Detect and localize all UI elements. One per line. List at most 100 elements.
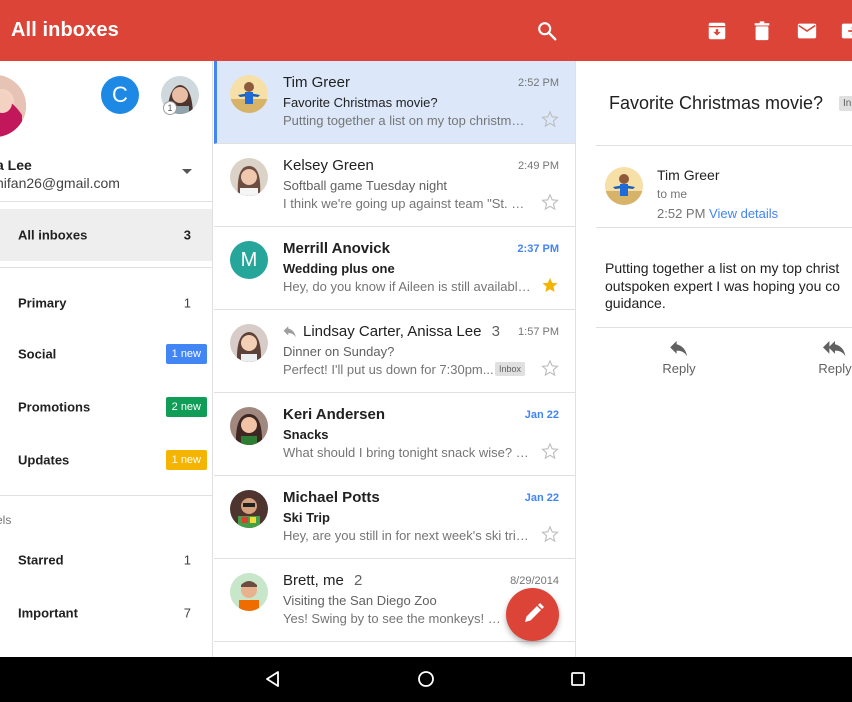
- message-time: 8/29/2014: [510, 575, 559, 587]
- message-time: Jan 22: [524, 492, 559, 504]
- message-subject: Softball game Tuesday night: [283, 178, 448, 193]
- list-item[interactable]: M Merrill Anovick 2:37 PM Wedding plus o…: [214, 227, 575, 310]
- account-notification-badge: 1: [163, 101, 177, 115]
- home-icon[interactable]: [416, 669, 436, 689]
- new-count-badge: 2 new: [165, 397, 207, 417]
- message-subject: Visiting the San Diego Zoo: [283, 593, 437, 608]
- app-title: All inboxes: [11, 19, 119, 41]
- drawer-item-label: Social: [18, 346, 57, 362]
- sender-name: Merrill Anovick: [283, 240, 390, 257]
- compose-button[interactable]: [506, 588, 559, 641]
- drawer-item-label: Important: [18, 605, 78, 621]
- drawer-item-starred[interactable]: Starred 1: [0, 534, 212, 586]
- reply-all-icon: [823, 341, 846, 357]
- drawer-item-count: 7: [183, 605, 191, 621]
- divider: [596, 227, 852, 228]
- message-body: Putting together a list on my top christ…: [605, 260, 852, 313]
- account-email: nifan26@gmail.com: [0, 175, 120, 191]
- message-snippet: Hey, are you still in for next week's sk…: [283, 528, 531, 543]
- sender-name: Tim Greer: [657, 167, 720, 183]
- list-item[interactable]: Michael Potts Jan 22 Ski Trip Hey, are y…: [214, 476, 575, 559]
- drawer-item-count: 1: [183, 552, 191, 568]
- drawer-item-social[interactable]: Social 1 new: [0, 328, 212, 380]
- reply-button[interactable]: Reply: [649, 341, 709, 376]
- message-subject: Dinner on Sunday?: [283, 344, 395, 359]
- message-snippet: Putting together a list on my top christ…: [283, 113, 531, 128]
- list-item[interactable]: Tim Greer 2:52 PM Favorite Christmas mov…: [214, 61, 575, 144]
- message-subject: Favorite Christmas movie?: [283, 95, 438, 110]
- mail-icon[interactable]: [796, 20, 818, 42]
- inbox-label-chip[interactable]: In: [839, 96, 852, 111]
- message-subject: Snacks: [283, 427, 329, 442]
- drawer-item-label: Primary: [18, 295, 67, 311]
- sender-avatar: [230, 407, 268, 445]
- message-time: 2:49 PM: [518, 160, 559, 172]
- message-body-line: Putting together a list on my top christ: [605, 260, 840, 276]
- message-list: Tim Greer 2:52 PM Favorite Christmas mov…: [214, 61, 575, 657]
- drawer-item-primary[interactable]: Primary 1: [0, 277, 212, 329]
- drawer-item-label: All inboxes: [18, 227, 88, 243]
- system-navigation-bar: [0, 657, 852, 702]
- account-switcher-chevron-down-icon[interactable]: [182, 169, 192, 174]
- sender-avatar: [230, 324, 268, 362]
- star-icon[interactable]: [541, 193, 559, 211]
- thread-count: 3: [491, 323, 500, 340]
- list-item[interactable]: Lindsay Carter, Anissa Lee 3 1:57 PM Din…: [214, 310, 575, 393]
- message-subject: Ski Trip: [283, 510, 330, 525]
- thread-count: 2: [354, 572, 363, 589]
- sender-avatar: [230, 490, 268, 528]
- new-count-badge: 1 new: [165, 344, 207, 364]
- message-time-value: 2:52 PM: [657, 206, 706, 221]
- list-item[interactable]: Keri Andersen Jan 22 Snacks What should …: [214, 393, 575, 476]
- message-body-line: guidance.: [605, 295, 666, 311]
- message-subject-title: Favorite Christmas movie?: [609, 93, 824, 113]
- drawer-item-updates[interactable]: Updates 1 new: [0, 434, 212, 486]
- drawer-item-label: Promotions: [18, 399, 91, 415]
- message-time: Jan 22: [524, 409, 559, 421]
- sender-avatar: [230, 158, 268, 196]
- back-icon[interactable]: [263, 669, 283, 689]
- recipient-text: to me: [657, 187, 688, 201]
- other-account-avatar[interactable]: C: [101, 76, 139, 114]
- archive-icon[interactable]: [706, 20, 728, 42]
- new-count-badge: 1 new: [165, 450, 207, 470]
- list-item[interactable]: Kelsey Green 2:49 PM Softball game Tuesd…: [214, 144, 575, 227]
- message-snippet: What should I bring tonight snack wise? …: [283, 445, 531, 460]
- sender-name: Tim Greer: [283, 74, 350, 91]
- divider: [596, 327, 852, 328]
- delete-icon[interactable]: [751, 20, 773, 42]
- message-subject: Wedding plus one: [283, 261, 395, 276]
- drawer-item-important[interactable]: Important 7: [0, 587, 212, 639]
- reply-icon: [670, 341, 687, 357]
- reply-all-label: Reply: [818, 361, 852, 376]
- star-icon[interactable]: [541, 110, 559, 128]
- drawer-item-count: 3: [183, 227, 191, 243]
- star-icon[interactable]: [541, 359, 559, 377]
- app-bar: All inboxes: [0, 0, 852, 61]
- sender-name: Brett, me 2: [283, 572, 362, 589]
- account-name: a Lee: [0, 157, 32, 173]
- inbox-label-chip: Inbox: [495, 362, 526, 376]
- divider: [0, 201, 212, 202]
- recents-icon[interactable]: [568, 669, 588, 689]
- sender-name: Lindsay Carter, Anissa Lee 3: [283, 323, 500, 340]
- divider: [0, 495, 212, 496]
- star-icon[interactable]: [541, 276, 559, 294]
- star-icon[interactable]: [541, 442, 559, 460]
- star-icon[interactable]: [541, 525, 559, 543]
- drawer-item-count: 1: [183, 295, 191, 311]
- account-avatar[interactable]: [0, 75, 26, 137]
- message-time: 2:52 PM View details: [657, 206, 778, 221]
- sender-name: Michael Potts: [283, 489, 380, 506]
- reply-all-button[interactable]: Reply: [805, 341, 852, 376]
- divider: [0, 267, 212, 268]
- search-icon[interactable]: [536, 20, 558, 42]
- sender-avatar[interactable]: [605, 167, 643, 205]
- view-details-link[interactable]: View details: [709, 206, 778, 221]
- drawer-item-label: Starred: [18, 552, 64, 568]
- move-icon[interactable]: [840, 20, 852, 42]
- drawer-item-promotions[interactable]: Promotions 2 new: [0, 381, 212, 433]
- message-snippet: Hey, do you know if Aileen is still avai…: [283, 279, 531, 294]
- drawer-item-all-inboxes[interactable]: All inboxes 3: [0, 209, 212, 261]
- message-time: 1:57 PM: [518, 326, 559, 338]
